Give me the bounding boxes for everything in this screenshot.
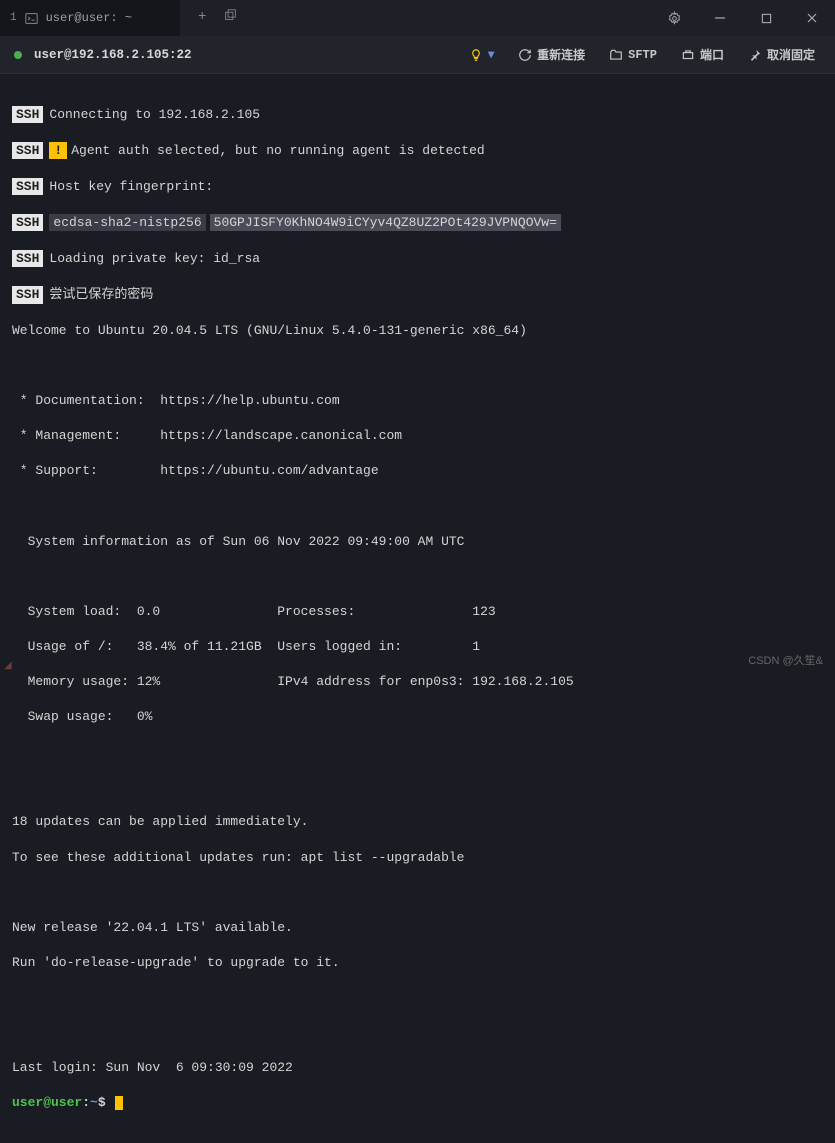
ssh-line: 尝试已保存的密码 (49, 286, 153, 304)
last-login: Last login: Sun Nov 6 09:30:09 2022 (12, 1059, 823, 1077)
terminal-icon (25, 12, 38, 25)
close-button[interactable] (789, 0, 835, 36)
updates-line: To see these additional updates run: apt… (12, 849, 823, 867)
sysinfo-row: Usage of /: 38.4% of 11.21GB Users logge… (12, 638, 823, 656)
reconnect-label: 重新连接 (537, 46, 585, 63)
sftp-label: SFTP (628, 48, 657, 62)
toolbar: user@192.168.2.105:22 ▾ 重新连接 SFTP 端口 取消固… (0, 36, 835, 74)
ssh-line: Agent auth selected, but no running agen… (71, 142, 484, 160)
ssh-tag: SSH (12, 178, 43, 196)
hint-button[interactable]: ▾ (463, 47, 500, 62)
motd-welcome: Welcome to Ubuntu 20.04.5 LTS (GNU/Linux… (12, 322, 823, 340)
motd-mgmt: * Management: https://landscape.canonica… (12, 427, 823, 445)
ssh-tag: SSH (12, 106, 43, 124)
refresh-icon (518, 48, 532, 62)
titlebar: 1 user@user: ~ + (0, 0, 835, 36)
key-fingerprint: 50GPJISFY0KhNO4W9iCYyv4QZ8UZ2POt429JVPNQ… (210, 214, 561, 232)
folder-icon (609, 48, 623, 62)
ssh-tag: SSH (12, 286, 43, 304)
window-controls (651, 0, 835, 36)
ssh-line: Connecting to 192.168.2.105 (49, 106, 260, 124)
minimize-button[interactable] (697, 0, 743, 36)
warn-icon: ! (49, 142, 67, 160)
cursor (115, 1096, 123, 1110)
sftp-button[interactable]: SFTP (603, 48, 663, 62)
key-type: ecdsa-sha2-nistp256 (49, 214, 205, 232)
sysinfo-row: System load: 0.0 Processes: 123 (12, 603, 823, 621)
watermark: CSDN @久笙& (748, 652, 823, 668)
tab-title: user@user: ~ (46, 11, 132, 25)
maximize-button[interactable] (743, 0, 789, 36)
port-label: 端口 (700, 46, 724, 63)
prompt-user: user@user (12, 1095, 82, 1110)
tabs-overview-button[interactable] (224, 9, 237, 27)
corner-mark: ◢ (4, 660, 12, 672)
ssh-tag: SSH (12, 250, 43, 268)
tab-index: 1 (10, 12, 17, 24)
motd-doc: * Documentation: https://help.ubuntu.com (12, 392, 823, 410)
port-button[interactable]: 端口 (675, 46, 730, 63)
settings-button[interactable] (651, 0, 697, 36)
ssh-tag: SSH (12, 142, 43, 160)
new-tab-button[interactable]: + (198, 9, 206, 27)
unpin-label: 取消固定 (767, 46, 815, 63)
prompt-line[interactable]: user@user:~$ (12, 1094, 823, 1112)
port-icon (681, 48, 695, 62)
ssh-tag: SSH (12, 214, 43, 232)
release-line: New release '22.04.1 LTS' available. (12, 919, 823, 937)
connection-label: user@192.168.2.105:22 (34, 48, 192, 62)
updates-line: 18 updates can be applied immediately. (12, 813, 823, 831)
motd-support: * Support: https://ubuntu.com/advantage (12, 462, 823, 480)
tab-active[interactable]: 1 user@user: ~ (0, 0, 180, 36)
prompt-symbol: $ (98, 1095, 106, 1110)
pin-icon (748, 48, 762, 62)
tab-actions: + (180, 9, 237, 27)
unpin-button[interactable]: 取消固定 (742, 46, 821, 63)
reconnect-button[interactable]: 重新连接 (512, 46, 591, 63)
prompt-path: ~ (90, 1095, 98, 1110)
status-dot-connected (14, 51, 22, 59)
ssh-line: Loading private key: id_rsa (49, 250, 260, 268)
sysinfo-header: System information as of Sun 06 Nov 2022… (12, 533, 823, 551)
release-line: Run 'do-release-upgrade' to upgrade to i… (12, 954, 823, 972)
ssh-line: Host key fingerprint: (49, 178, 213, 196)
prompt-colon: : (82, 1095, 90, 1110)
sysinfo-row: Swap usage: 0% (12, 708, 823, 726)
terminal-output[interactable]: SSH Connecting to 192.168.2.105 SSH!Agent… (0, 74, 835, 1143)
